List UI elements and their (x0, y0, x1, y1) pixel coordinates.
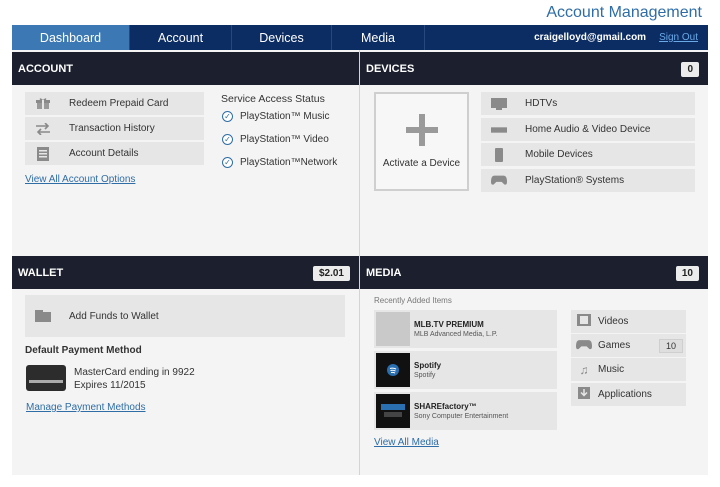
device-playstation-label: PlayStation® Systems (525, 175, 625, 186)
media-category-games[interactable]: Games 10 (571, 334, 686, 357)
view-all-account-options-link[interactable]: View All Account Options (25, 174, 135, 185)
gamepad-icon (576, 339, 592, 353)
sharefactory-icon (376, 394, 410, 428)
user-email: craigelloyd@gmail.com (534, 32, 647, 43)
media-thumbnail (376, 312, 410, 346)
media-count-badge: 10 (675, 266, 699, 281)
film-icon (576, 314, 592, 329)
media-publisher: MLB Advanced Media, L.P. (414, 331, 498, 338)
wallet-icon (35, 310, 51, 322)
default-payment-heading: Default Payment Method (25, 345, 142, 356)
redeem-prepaid-card-label: Redeem Prepaid Card (69, 98, 169, 109)
wallet-header: WALLET $2.01 (12, 256, 359, 289)
account-header: ACCOUNT (12, 52, 359, 85)
user-area: craigelloyd@gmail.com Sign Out (534, 25, 708, 50)
media-category-videos[interactable]: Videos (571, 310, 686, 333)
device-mobile-label: Mobile Devices (525, 149, 593, 160)
media-publisher: Sony Computer Entertainment (414, 413, 509, 420)
credit-card-icon (26, 365, 66, 391)
media-category-label: Applications (598, 389, 652, 400)
add-funds-label: Add Funds to Wallet (69, 310, 159, 322)
card-number-label: MasterCard ending in 9922 (74, 367, 195, 378)
devices-heading: DEVICES (366, 62, 415, 75)
tab-account[interactable]: Account (130, 25, 232, 50)
check-icon: ✓ (222, 111, 233, 122)
media-item-sharefactory[interactable]: SHAREfactory™ Sony Computer Entertainmen… (374, 392, 557, 430)
media-header: MEDIA 10 (360, 256, 708, 289)
media-publisher: Spotify (414, 372, 436, 379)
device-playstation-item[interactable]: PlayStation® Systems (481, 169, 695, 192)
wallet-heading: WALLET (18, 266, 64, 279)
recently-added-heading: Recently Added Items (374, 296, 452, 305)
media-title: Spotify (414, 361, 442, 370)
card-expiry-label: Expires 11/2015 (74, 380, 146, 391)
device-home-audio-item[interactable]: Home Audio & Video Device (481, 118, 695, 141)
device-mobile-item[interactable]: Mobile Devices (481, 143, 695, 166)
gamepad-icon (491, 175, 507, 187)
media-category-label: Music (598, 364, 625, 375)
view-all-media-link[interactable]: View All Media (374, 437, 439, 448)
media-category-music[interactable]: ♫ Music (571, 358, 686, 381)
media-category-label: Videos (598, 316, 629, 327)
account-heading: ACCOUNT (18, 62, 73, 75)
tab-media[interactable]: Media (332, 25, 425, 50)
media-category-label: Games (598, 340, 631, 351)
tv-icon (491, 97, 507, 110)
service-network-label: PlayStation™Network (240, 157, 338, 168)
plus-icon (405, 114, 438, 146)
media-title: MLB.TV PREMIUM (414, 320, 484, 329)
sign-out-link[interactable]: Sign Out (659, 32, 698, 43)
wallet-balance-badge: $2.01 (312, 266, 350, 281)
transaction-history-item[interactable]: Transaction History (25, 117, 204, 140)
media-item-spotify[interactable]: Spotify Spotify (374, 351, 557, 389)
service-music-label: PlayStation™ Music (240, 111, 330, 122)
device-hdtvs-item[interactable]: HDTVs (481, 92, 695, 115)
tab-dashboard[interactable]: Dashboard (12, 25, 130, 50)
service-access-heading: Service Access Status (221, 93, 325, 105)
account-details-label: Account Details (69, 148, 139, 159)
media-item-mlbtv[interactable]: MLB.TV PREMIUM MLB Advanced Media, L.P. (374, 310, 557, 348)
media-category-applications[interactable]: Applications (571, 383, 686, 406)
check-icon: ✓ (222, 157, 233, 168)
audio-device-icon (491, 124, 507, 136)
page-title: Account Management (546, 4, 702, 21)
details-icon (35, 146, 51, 161)
redeem-prepaid-card-item[interactable]: Redeem Prepaid Card (25, 92, 204, 115)
music-note-icon: ♫ (579, 362, 589, 377)
devices-header: DEVICES 0 (360, 52, 708, 85)
device-home-audio-label: Home Audio & Video Device (525, 124, 651, 135)
service-video-label: PlayStation™ Video (240, 134, 329, 145)
activate-device-label: Activate a Device (382, 158, 461, 169)
gift-icon (35, 98, 51, 110)
media-heading: MEDIA (366, 266, 402, 279)
devices-count-badge: 0 (681, 62, 699, 77)
manage-payment-methods-link[interactable]: Manage Payment Methods (26, 402, 146, 413)
account-details-item[interactable]: Account Details (25, 142, 204, 165)
top-nav: Dashboard Account Devices Media craigell… (12, 25, 708, 50)
mobile-icon (491, 147, 507, 162)
device-hdtvs-label: HDTVs (525, 98, 558, 109)
check-icon: ✓ (222, 134, 233, 145)
transfer-icon (35, 122, 51, 135)
games-count-badge: 10 (658, 338, 683, 353)
download-icon (576, 387, 592, 402)
transaction-history-label: Transaction History (69, 123, 155, 134)
spotify-icon (376, 353, 410, 387)
activate-device-button[interactable]: Activate a Device (374, 92, 469, 191)
add-funds-button[interactable]: Add Funds to Wallet (25, 295, 345, 337)
media-title: SHAREfactory™ (414, 402, 477, 411)
tab-devices[interactable]: Devices (232, 25, 332, 50)
